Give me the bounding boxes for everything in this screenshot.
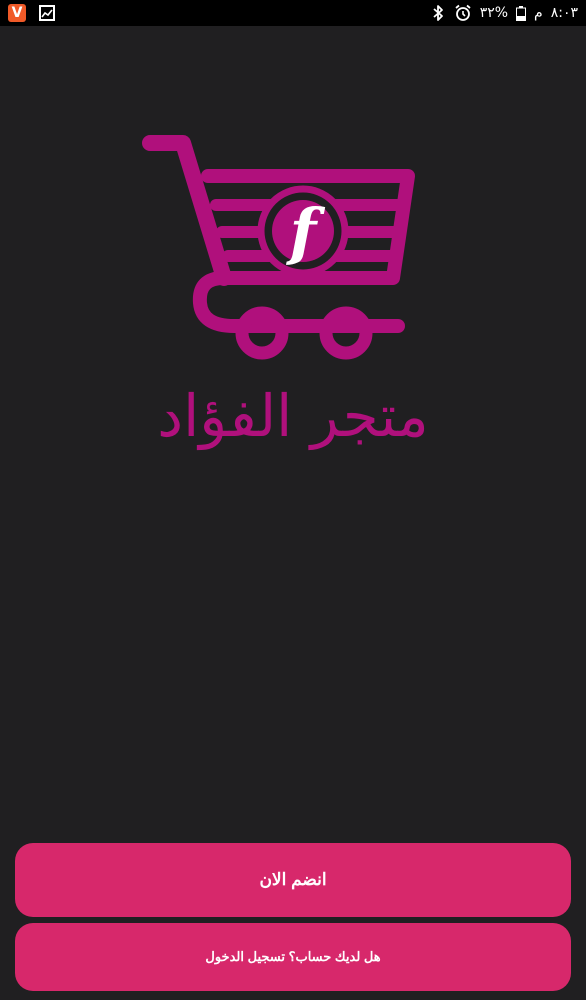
alarm-icon <box>455 4 471 21</box>
login-button[interactable]: هل لديك حساب؟ تسجيل الدخول <box>15 923 571 991</box>
bluetooth-icon <box>433 5 443 21</box>
status-bar: V ٣٢% م ٨:٠٣ <box>0 0 586 26</box>
notification-icons: V <box>8 4 56 22</box>
gallery-notification-icon <box>39 5 55 21</box>
splash-screen: V ٣٢% م ٨:٠٣ f متجر الفؤاد انضم الان هل … <box>0 0 586 1000</box>
battery-percent: ٣٢% <box>479 5 509 21</box>
status-time: ٨:٠٣ <box>550 5 578 21</box>
vivaldi-notification-icon: V <box>8 4 26 22</box>
logo-letter: f <box>289 195 317 268</box>
brand-name: متجر الفؤاد <box>157 382 429 450</box>
battery-icon <box>516 5 527 21</box>
system-icons: ٣٢% م ٨:٠٣ <box>430 3 578 23</box>
status-ampm: م <box>534 5 543 21</box>
join-now-button[interactable]: انضم الان <box>15 843 571 917</box>
